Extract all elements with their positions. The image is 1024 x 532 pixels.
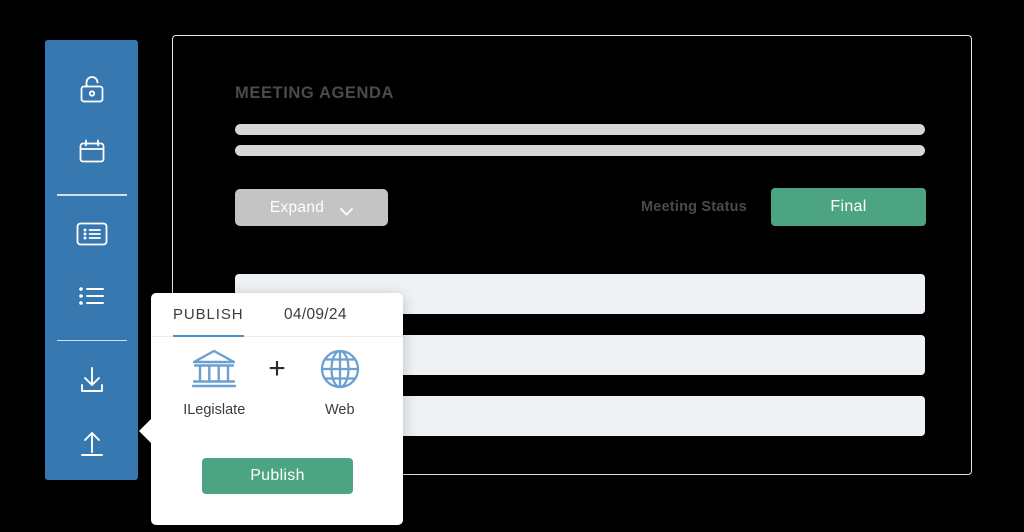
bullet-list-icon [75, 283, 109, 314]
expand-button[interactable]: Expand [235, 189, 388, 226]
sidebar-item-download[interactable] [45, 351, 138, 413]
publish-target-ilegislate[interactable]: ILegislate [176, 345, 252, 418]
publish-target-web[interactable]: Web [302, 345, 378, 418]
unlock-icon [75, 72, 109, 111]
sidebar-divider [56, 339, 127, 341]
app-screenshot: MEETING AGENDA Expand Meeting Status Fin… [0, 0, 1024, 532]
publish-target-label: ILegislate [183, 402, 246, 418]
page-title: MEETING AGENDA [235, 84, 395, 102]
list-box-icon [74, 219, 110, 254]
sidebar [45, 40, 138, 480]
sidebar-divider [56, 194, 127, 196]
sidebar-item-items-list[interactable] [45, 268, 138, 330]
popup-header: PUBLISH 04/09/24 [151, 293, 403, 337]
sidebar-item-unlock[interactable] [45, 60, 138, 122]
popup-pointer-arrow [139, 418, 152, 444]
publish-button[interactable]: Publish [202, 458, 353, 494]
skeleton-line [235, 124, 925, 135]
plus-icon: + [268, 352, 286, 385]
sidebar-item-publish[interactable] [45, 413, 138, 475]
calendar-icon [75, 134, 109, 173]
globe-icon [318, 345, 362, 393]
sidebar-item-calendar[interactable] [45, 122, 138, 184]
expand-button-label: Expand [269, 198, 325, 216]
tab-publish[interactable]: PUBLISH [173, 293, 244, 337]
meeting-status-label: Meeting Status [641, 199, 747, 215]
publish-targets: ILegislate + Web [151, 345, 403, 418]
bank-icon [190, 345, 238, 393]
upload-icon [75, 425, 109, 464]
status-badge[interactable]: Final [771, 188, 926, 226]
publish-target-label: Web [324, 402, 355, 418]
publish-date: 04/09/24 [284, 306, 347, 323]
publish-popup: PUBLISH 04/09/24 ILegislate + Web Publis… [139, 293, 403, 525]
skeleton-line [235, 145, 925, 156]
sidebar-item-agenda-list[interactable] [45, 206, 138, 268]
download-icon [75, 363, 109, 402]
chevron-down-icon [340, 204, 354, 215]
